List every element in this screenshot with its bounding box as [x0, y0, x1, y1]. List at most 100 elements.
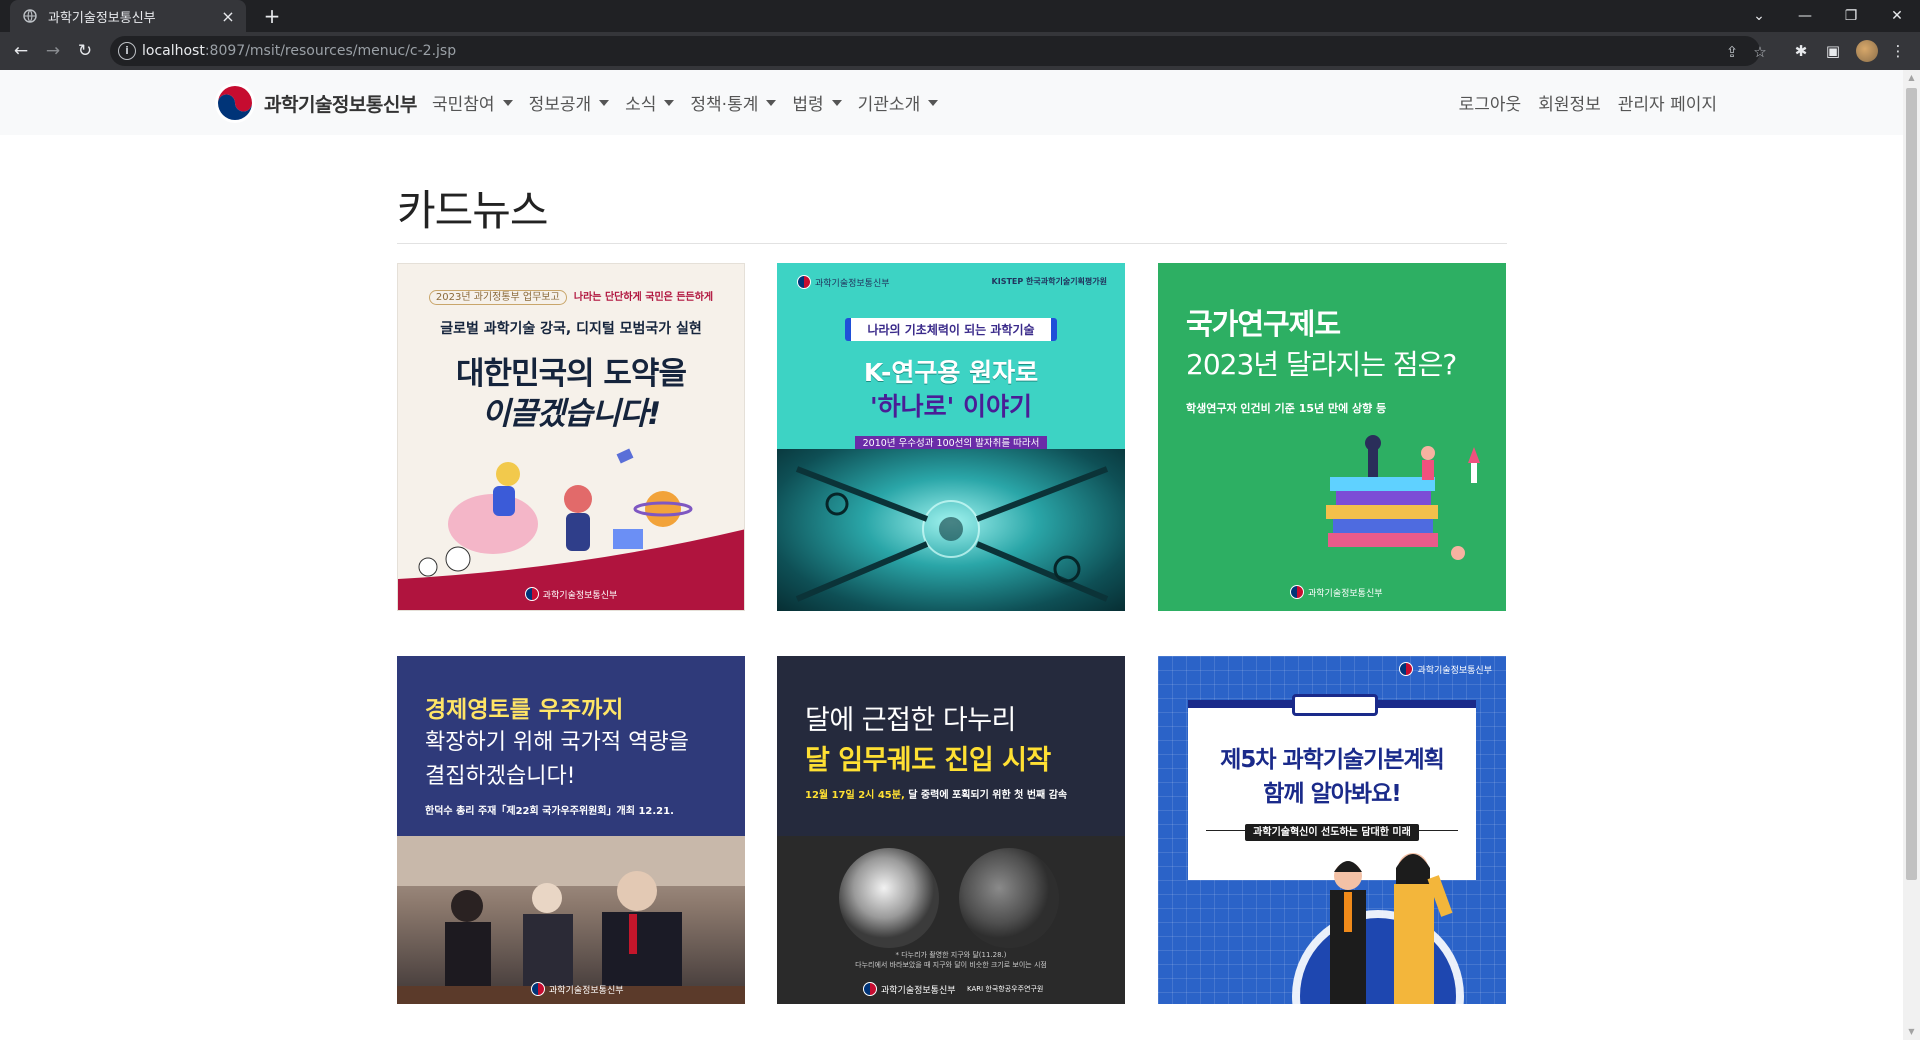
card-photo-meeting: [397, 836, 745, 1004]
emblem-icon: [524, 587, 539, 601]
menu-item-policy[interactable]: 정책·통계: [690, 90, 777, 115]
browser-tab[interactable]: 과학기술정보통신부 ×: [10, 0, 246, 32]
card-logo-right: KISTEP 한국과학기술기획평가원: [991, 277, 1107, 286]
tab-close-icon[interactable]: ×: [216, 7, 240, 26]
card-headline: 이끌겠습니다!: [481, 396, 661, 432]
card-footer-logo: 과학기술정보통신부: [881, 985, 956, 996]
card-caption: 과학기술혁신이 선도하는 담대한 미래: [1245, 824, 1419, 841]
close-window-button[interactable]: ✕: [1874, 0, 1920, 32]
card-news-item[interactable]: 과학기술정보통신부 제5차 과학기술기본계획 함께 알아봐요! 과학기술혁신이 …: [1158, 656, 1506, 1004]
minimize-button[interactable]: —: [1782, 0, 1828, 32]
reload-icon[interactable]: ↻: [73, 39, 97, 63]
title-divider: [397, 243, 1507, 244]
globe-icon: [22, 8, 38, 24]
caret-down-icon: [599, 99, 610, 106]
card-subtitle: 달 중력에 포획되기 위한 첫 번째 감속: [904, 790, 1068, 801]
card-headline: 함께 알아봐요!: [1263, 781, 1401, 807]
menu-item-about[interactable]: 기관소개: [858, 90, 939, 115]
new-tab-button[interactable]: +: [260, 4, 284, 28]
card-footer-logo: 과학기술정보통신부: [542, 590, 618, 601]
brand-logo[interactable]: 과학기술정보통신부: [214, 82, 417, 124]
caret-down-icon: [831, 99, 842, 106]
scroll-down-icon[interactable]: ▼: [1903, 1024, 1920, 1040]
card-illustration: [1326, 435, 1480, 560]
card-headline: 결집하겠습니다!: [425, 764, 576, 789]
menu-item-news[interactable]: 소식: [625, 90, 675, 115]
site-info-icon[interactable]: i: [118, 42, 136, 60]
scrollbar-thumb[interactable]: [1906, 88, 1917, 880]
card-photo-earth-moon: [777, 836, 1125, 1004]
menu-item-disclosure[interactable]: 정보공개: [529, 90, 610, 115]
admin-page-link[interactable]: 관리자 페이지: [1618, 90, 1717, 115]
card-logo-left: 과학기술정보통신부: [815, 278, 890, 289]
caret-down-icon: [502, 99, 513, 106]
card-slogan: 나라는 단단하게 국민은 든든하게: [573, 292, 714, 303]
card-news-item[interactable]: 국가연구제도 2023년 달라지는 점은? 학생연구자 인건비 기준 15년 만…: [1158, 263, 1506, 611]
main-menu: 국민참여 정보공개 소식 정책·통계 법령 기관소개: [432, 90, 954, 115]
card-footer-logo: 과학기술정보통신부: [1308, 588, 1383, 599]
card-headline: 경제영토를 우주까지: [425, 697, 624, 723]
page-scrollbar[interactable]: ▲ ▼: [1903, 70, 1920, 1040]
card-subtitle: 학생연구자 인건비 기준 15년 만에 상향 등: [1186, 402, 1387, 415]
more-menu-icon[interactable]: ⋮: [1888, 41, 1908, 61]
side-panel-icon[interactable]: ▣: [1823, 41, 1843, 61]
tab-search-icon[interactable]: ⌄: [1736, 0, 1782, 32]
card-news-item[interactable]: 과학기술정보통신부 KISTEP 한국과학기술기획평가원 나라의 기초체력이 되…: [777, 263, 1125, 611]
caret-down-icon: [664, 99, 675, 106]
card-headline: 달에 근접한 다누리: [805, 705, 1016, 736]
card-subtitle-highlight: 12월 17일 2시 45분,: [805, 790, 905, 801]
site-navbar: 과학기술정보통신부 국민참여 정보공개 소식 정책·통계 법령 기관소개 로그아…: [0, 70, 1903, 135]
card-footer-logo-right: KARI 한국항공우주연구원: [967, 985, 1044, 993]
page-title: 카드뉴스: [397, 186, 549, 235]
member-info-link[interactable]: 회원정보: [1538, 90, 1601, 115]
card-headline: K-연구용 원자로: [863, 358, 1039, 387]
card-note: * 다누리가 촬영한 지구와 달(11.28.): [895, 951, 1007, 959]
browser-toolbar: ← → ↻ i localhost:8097/msit/resources/me…: [0, 32, 1920, 70]
share-icon[interactable]: ⇪: [1722, 42, 1742, 62]
card-illustration: [1292, 853, 1464, 1004]
card-note: 다누리에서 바라보았을 때 지구와 달이 비슷한 크기로 보이는 시점: [855, 961, 1047, 969]
user-menu: 로그아웃 회원정보 관리자 페이지: [1442, 90, 1717, 115]
government-emblem-icon: [215, 83, 255, 123]
card-news-item[interactable]: 2023년 과기정통부 업무보고 나라는 단단하게 국민은 든든하게 글로벌 과…: [397, 263, 745, 611]
card-footer-logo: 과학기술정보통신부: [549, 985, 624, 996]
back-icon[interactable]: ←: [9, 39, 33, 63]
card-caption: 한덕수 총리 주재「제22회 국가우주위원회」개최 12.21.: [425, 806, 674, 817]
tab-title: 과학기술정보통신부: [48, 10, 156, 26]
extensions-icon[interactable]: ✱: [1791, 41, 1811, 61]
card-headline: 2023년 달라지는 점은?: [1186, 348, 1457, 381]
clipboard-clip: [1292, 694, 1378, 716]
card-headline: 확장하기 위해 국가적 역량을: [425, 730, 689, 755]
scroll-up-icon[interactable]: ▲: [1903, 70, 1920, 86]
caret-down-icon: [928, 99, 939, 106]
page-viewport: 과학기술정보통신부 국민참여 정보공개 소식 정책·통계 법령 기관소개 로그아…: [0, 70, 1903, 1040]
emblem-icon: [1399, 662, 1414, 676]
card-subtitle: 글로벌 과학기술 강국, 디지털 모범국가 실현: [440, 321, 702, 337]
card-headline: 제5차 과학기술기본계획: [1220, 747, 1445, 773]
card-ribbon: 나라의 기초체력이 되는 과학기술: [845, 318, 1057, 341]
forward-icon[interactable]: →: [41, 39, 65, 63]
brand-name: 과학기술정보통신부: [264, 93, 417, 116]
card-photo-reactor: [777, 449, 1125, 611]
caret-down-icon: [766, 99, 777, 106]
card-illustration: [398, 448, 744, 610]
address-bar[interactable]: i localhost:8097/msit/resources/menuc/c-…: [110, 36, 1767, 66]
card-news-item[interactable]: 경제영토를 우주까지 확장하기 위해 국가적 역량을 결집하겠습니다! 한덕수 …: [397, 656, 745, 1004]
restore-button[interactable]: ❐: [1828, 0, 1874, 32]
browser-tab-bar: 과학기술정보통신부 × + ⌄ — ❐ ✕: [0, 0, 1920, 32]
card-tag: 2023년 과기정통부 업무보고: [428, 290, 567, 305]
bookmark-star-icon[interactable]: ☆: [1750, 42, 1770, 62]
card-headline: 달 임무궤도 진입 시작: [805, 745, 1051, 776]
card-headline: 대한민국의 도약을: [456, 356, 687, 392]
card-logo: 과학기술정보통신부: [1417, 665, 1492, 676]
card-headline: 국가연구제도: [1186, 307, 1341, 341]
menu-item-law[interactable]: 법령: [792, 90, 842, 115]
emblem-icon: [797, 275, 811, 289]
profile-avatar[interactable]: [1856, 40, 1878, 62]
url-text[interactable]: localhost:8097/msit/resources/menuc/c-2.…: [142, 43, 456, 59]
menu-item-participation[interactable]: 국민참여: [432, 90, 513, 115]
logout-link[interactable]: 로그아웃: [1459, 90, 1522, 115]
card-headline: '하나로' 이야기: [869, 392, 1032, 421]
card-news-item[interactable]: 달에 근접한 다누리 달 임무궤도 진입 시작 12월 17일 2시 45분, …: [777, 656, 1125, 1004]
emblem-icon: [1290, 585, 1304, 599]
